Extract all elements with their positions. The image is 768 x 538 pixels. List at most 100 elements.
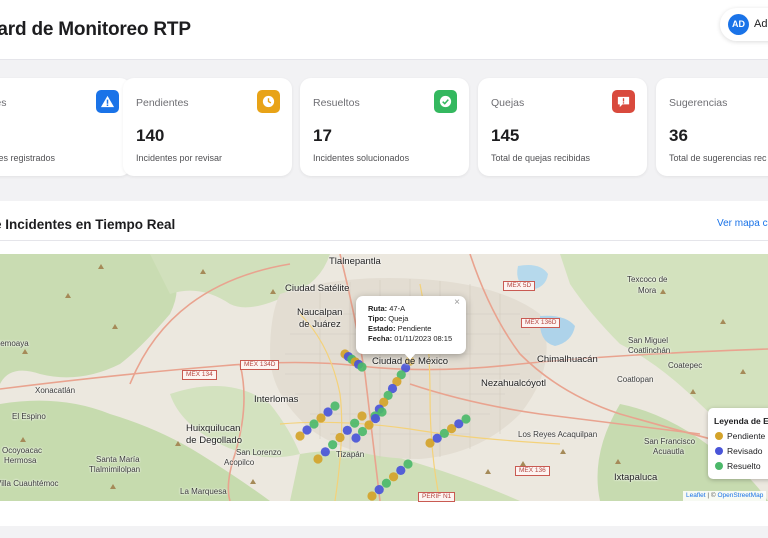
map-label: Tlalnepantla (329, 256, 381, 267)
legend-item-resuelto: Resuelto (714, 461, 768, 476)
map-label: Santa María (96, 455, 140, 464)
highway-shield: MEX 134 (182, 370, 217, 380)
map-label: Coatlinchán (628, 346, 671, 355)
incident-marker[interactable] (323, 407, 333, 417)
map-label: Texcoco de (627, 275, 668, 284)
map-label: San Miguel (628, 336, 669, 345)
card-subtitle: Total de quejas recibidas (491, 153, 591, 163)
card-subtitle: reportes registrados (0, 153, 56, 163)
incident-marker[interactable] (357, 362, 367, 372)
map-label: El Espino (12, 412, 46, 421)
card-title: Pendientes (136, 97, 189, 109)
user-menu[interactable]: AD Adr (720, 8, 768, 41)
popup-ruta: Ruta: 47-A (368, 304, 406, 313)
map-label: San Lorenzo (236, 448, 282, 457)
leaflet-link[interactable]: Leaflet (686, 492, 706, 499)
incident-marker[interactable] (396, 465, 406, 475)
incident-marker[interactable] (295, 431, 305, 441)
map-label: temoaya (0, 339, 29, 348)
map-label: Interlomas (254, 394, 299, 405)
card-title: dentes (0, 97, 7, 109)
map-label: Los Reyes Acaquilpan (518, 430, 598, 439)
check-icon (434, 90, 457, 113)
highway-shield: PERIF N1 (418, 492, 456, 502)
incident-marker[interactable] (313, 454, 323, 464)
incident-marker[interactable] (374, 485, 384, 495)
card-value: 140 (136, 126, 165, 145)
popup-tip (404, 353, 416, 360)
map-label: de Degollado (186, 435, 242, 446)
card-value: 17 (313, 126, 332, 145)
highway-shield: MEX 134D (240, 360, 280, 370)
legend-dot (715, 432, 723, 440)
incident-marker[interactable] (351, 433, 361, 443)
incident-marker[interactable] (330, 401, 340, 411)
user-name: Adr (754, 18, 768, 30)
card-subtitle: Total de sugerencias rec (669, 153, 767, 163)
top-bar: oard de Monitoreo RTP AD Adr (0, 0, 768, 60)
incident-marker[interactable] (316, 413, 326, 423)
incident-marker[interactable] (377, 407, 387, 417)
legend-dot (715, 447, 723, 455)
map-label: Nezahualcóyotl (481, 378, 546, 389)
map-label: Huixquilucan (186, 423, 241, 434)
clock-icon (257, 90, 280, 113)
incident-marker[interactable] (389, 472, 399, 482)
panel-title: e Incidentes en Tiempo Real (0, 217, 176, 232)
map-label: Ciudad Satélite (285, 283, 350, 294)
card-sugerencias: Sugerencias 36 Total de sugerencias rec (656, 78, 768, 176)
map-label: de Juárez (299, 319, 341, 330)
incident-marker[interactable] (461, 414, 471, 424)
popup-tipo: Tipo: Queja (368, 314, 409, 323)
incident-marker[interactable] (350, 418, 360, 428)
incident-marker[interactable] (403, 459, 413, 469)
map-label: Ocoyoacac (2, 446, 43, 455)
map-label: Mora (638, 286, 657, 295)
divider (0, 240, 768, 241)
card-value: 145 (491, 126, 520, 145)
card-title: Quejas (491, 97, 525, 109)
incident-marker[interactable] (342, 425, 352, 435)
card-resueltos: Resueltos 17 Incidentes solucionados (300, 78, 469, 176)
map-label: Villa Cuauhtémoc (0, 479, 59, 488)
map-label: Coatepec (668, 361, 703, 370)
map-label: Acopilco (224, 458, 255, 467)
map-attribution: Leaflet | © OpenStreetMap (683, 491, 767, 501)
close-icon[interactable]: × (454, 298, 460, 308)
map-label: Tlalmimilolpan (89, 465, 141, 474)
map-label: San Francisco (644, 437, 696, 446)
map-label: Tizapán (336, 450, 365, 459)
highway-shield: MEX 136 (515, 466, 550, 476)
card-pendientes: Pendientes 140 Incidentes por revisar (123, 78, 292, 176)
legend-dot (715, 462, 723, 470)
map-label: La Marquesa (180, 487, 227, 496)
incident-marker[interactable] (381, 478, 391, 488)
map-label: Chimalhuacán (537, 354, 598, 365)
incident-marker[interactable] (357, 426, 368, 437)
incident-marker[interactable] (335, 432, 345, 443)
incident-marker[interactable] (357, 411, 367, 421)
incident-marker[interactable] (302, 425, 312, 435)
map-label: Xonacatlán (35, 386, 76, 395)
legend-item-revisado: Revisado (714, 446, 768, 461)
incident-marker[interactable] (370, 413, 381, 424)
popup-estado: Estado: Pendiente (368, 324, 432, 333)
osm-link[interactable]: OpenStreetMap (717, 492, 763, 499)
page-title: oard de Monitoreo RTP (0, 19, 191, 40)
incident-marker[interactable] (367, 491, 377, 501)
card-value: 36 (669, 126, 688, 145)
incident-marker[interactable] (328, 440, 338, 450)
map-label: Acuautla (653, 447, 685, 456)
legend-item-pendiente: Pendiente (714, 431, 768, 446)
view-full-map-link[interactable]: Ver mapa co (717, 218, 768, 229)
map-label: Ixtapaluca (614, 472, 658, 483)
incident-marker[interactable] (364, 420, 374, 430)
highway-shield: MEX 136D (521, 318, 561, 328)
incident-marker[interactable] (309, 419, 319, 429)
map-label: Coatlopan (617, 375, 654, 384)
card-subtitle: Incidentes solucionados (313, 153, 410, 163)
map-label: Naucalpan (297, 307, 343, 318)
incident-marker[interactable] (320, 447, 330, 457)
card-subtitle: Incidentes por revisar (136, 153, 223, 163)
incident-popup: × Ruta: 47-A Tipo: Queja Estado: Pendien… (356, 296, 466, 360)
